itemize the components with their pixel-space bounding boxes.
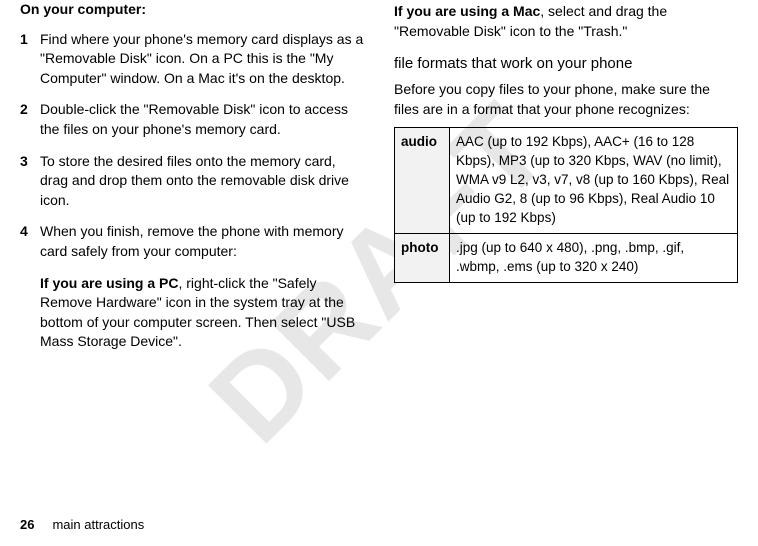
photo-value: .jpg (up to 640 x 480), .png, .bmp, .gif… xyxy=(450,233,738,282)
table-row: photo .jpg (up to 640 x 480), .png, .bmp… xyxy=(395,233,738,282)
on-your-computer-heading: On your computer: xyxy=(20,0,364,20)
step-2-text: Double-click the "Removable Disk" icon t… xyxy=(40,100,364,139)
formats-table: audio AAC (up to 192 Kbps), AAC+ (16 to … xyxy=(394,127,738,282)
photo-label: photo xyxy=(395,233,450,282)
step-2: Double-click the "Removable Disk" icon t… xyxy=(20,100,364,139)
pc-lead: If you are using a PC xyxy=(40,275,178,291)
step-4: When you finish, remove the phone with m… xyxy=(20,222,364,261)
page-number: 26 xyxy=(20,517,34,532)
step-1-text: Find where your phone's memory card disp… xyxy=(40,30,364,89)
step-1: Find where your phone's memory card disp… xyxy=(20,30,364,89)
page-content: On your computer: Find where your phone'… xyxy=(20,0,738,490)
section-name: main attractions xyxy=(52,517,144,532)
step-3-text: To store the desired files onto the memo… xyxy=(40,152,364,211)
page-footer: 26 main attractions xyxy=(20,516,144,534)
table-row: audio AAC (up to 192 Kbps), AAC+ (16 to … xyxy=(395,128,738,233)
pc-instruction: If you are using a PC, right-click the "… xyxy=(40,274,364,352)
steps-list: Find where your phone's memory card disp… xyxy=(20,30,364,262)
step-3: To store the desired files onto the memo… xyxy=(20,152,364,211)
left-column: On your computer: Find where your phone'… xyxy=(20,0,364,490)
audio-value: AAC (up to 192 Kbps), AAC+ (16 to 128 Kb… xyxy=(450,128,738,233)
file-formats-heading: file formats that work on your phone xyxy=(394,53,738,74)
right-column: If you are using a Mac, select and drag … xyxy=(394,0,738,490)
step-4-text: When you finish, remove the phone with m… xyxy=(40,222,364,261)
file-formats-intro: Before you copy files to your phone, mak… xyxy=(394,80,738,119)
mac-instruction: If you are using a Mac, select and drag … xyxy=(394,2,738,41)
mac-lead: If you are using a Mac xyxy=(394,3,540,19)
audio-label: audio xyxy=(395,128,450,233)
